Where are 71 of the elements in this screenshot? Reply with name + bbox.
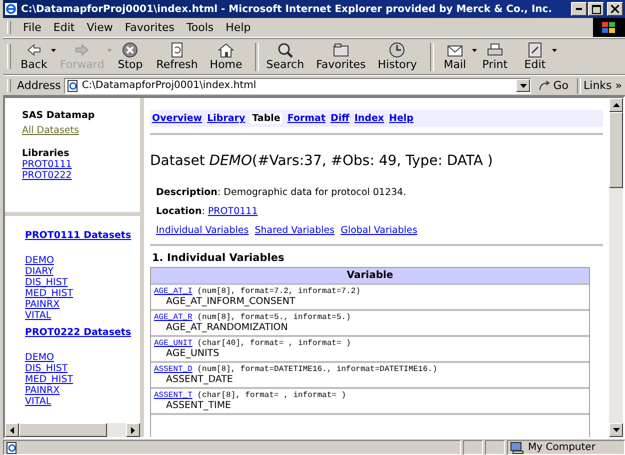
variable-spec: (num[8], format=5., informat=5.)	[197, 313, 351, 322]
variable-label: AGE_AT_RANDOMIZATION	[165, 322, 289, 333]
toolbar-button[interactable]: History	[374, 42, 426, 71]
toolbar-button[interactable]: Mail	[438, 42, 478, 71]
variable-spec: (num[8], format=DATETIME16., informat=DATETIME16.)	[197, 365, 438, 374]
toolbar-button[interactable]: Stop	[113, 42, 154, 71]
dataset-link[interactable]: DIARY	[25, 266, 54, 277]
nav-tab[interactable]: Format	[287, 113, 326, 124]
nav-tab[interactable]: Diff	[330, 113, 350, 124]
dataset-link[interactable]: DIS_HIST	[25, 363, 68, 374]
library-link[interactable]: PROT0111	[22, 159, 72, 170]
address-label: Address	[17, 79, 62, 92]
toolbar-button[interactable]: Edit	[518, 42, 558, 71]
dataset-link[interactable]: DIS_HIST	[25, 277, 68, 288]
group-heading-link[interactable]: PROT0222 Datasets	[25, 327, 132, 338]
toolbar-button[interactable]: Home	[206, 42, 252, 71]
nav-tab[interactable]: Table	[250, 113, 282, 124]
menu-item[interactable]: View	[80, 21, 119, 34]
dataset-link[interactable]: VITAL	[25, 396, 52, 407]
dataset-link[interactable]: MED_HIST	[25, 288, 74, 299]
section-link[interactable]: Global Variables	[340, 225, 418, 236]
variable-spec: (num[8], format=7.2, informat=7.2)	[197, 287, 360, 296]
links-button[interactable]: Links »	[580, 79, 625, 92]
variable-label: ASSENT_TIME	[165, 400, 232, 411]
section-title: 1. Individual Variables	[152, 252, 286, 264]
dataset-link[interactable]: VITAL	[25, 310, 52, 321]
variable-label: AGE_UNITS	[165, 348, 220, 359]
menu-item[interactable]: File	[17, 21, 48, 34]
menu-item[interactable]: Edit	[47, 21, 81, 34]
nav-tab[interactable]: Overview	[152, 113, 202, 124]
window-title: C:\DatamapforProj0001\index.html - Microsoft Internet Explorer provided by Merck & Co., Inc.	[21, 4, 554, 14]
dataset-heading: Dataset DEMO(#Vars:37, #Obs: 49, Type: DATA )	[150, 153, 494, 169]
variable-link[interactable]: AGE_AT_I	[154, 287, 192, 296]
go-button[interactable]: Go	[531, 79, 577, 92]
nav-tab[interactable]: Library	[207, 113, 246, 124]
section-link[interactable]: Individual Variables	[156, 225, 249, 236]
all-datasets-link[interactable]: All Datasets	[22, 125, 79, 136]
menu-item[interactable]: Tools	[180, 21, 220, 34]
variable-link[interactable]: ASSENT_D	[154, 365, 192, 374]
toolbar-button[interactable]: Search	[263, 42, 314, 71]
dataset-link[interactable]: PAINRX	[25, 299, 60, 310]
library-link[interactable]: PROT0222	[22, 170, 72, 181]
table-header: Variable	[151, 268, 589, 285]
description-text: Description: Demographic data for protocol 01234.	[156, 187, 408, 198]
sidebar-title: SAS Datamap	[22, 110, 95, 121]
status-zone: My Computer	[528, 442, 596, 453]
location-link[interactable]: PROT0111	[208, 206, 258, 217]
variable-link[interactable]: AGE_UNIT	[154, 339, 192, 348]
variable-spec: (char[8], format= , informat= )	[197, 391, 346, 400]
dataset-link[interactable]: PAINRX	[25, 385, 60, 396]
toolbar-button[interactable]: Back	[17, 42, 57, 71]
nav-tab[interactable]: Help	[389, 113, 414, 124]
variable-label: AGE_AT_INFORM_CONSENT	[165, 296, 296, 307]
variable-link[interactable]: AGE_AT_R	[154, 313, 192, 322]
dataset-link[interactable]: DEMO	[25, 352, 54, 363]
toolbar-button[interactable]: Print	[478, 42, 518, 71]
menu-item[interactable]: Favorites	[118, 21, 181, 34]
dataset-link[interactable]: MED_HIST	[25, 374, 74, 385]
group-heading-link[interactable]: PROT0111 Datasets	[25, 230, 132, 241]
address-field[interactable]: C:\DatamapforProj0001\index.html	[64, 78, 532, 94]
toolbar-button[interactable]: Favorites	[313, 42, 375, 71]
location-label: Location:	[156, 206, 205, 217]
section-link[interactable]: Shared Variables	[254, 225, 335, 236]
variable-label: ASSENT_DATE	[165, 374, 234, 385]
nav-tab[interactable]: Index	[354, 113, 384, 124]
variable-link[interactable]: ASSENT_T	[154, 391, 192, 400]
toolbar-button[interactable]: Refresh	[153, 42, 207, 71]
libraries-heading: Libraries	[22, 148, 70, 159]
menu-item[interactable]: Help	[220, 21, 257, 34]
variable-spec: (char[40], format= , informat= )	[197, 339, 351, 348]
dataset-link[interactable]: DEMO	[25, 255, 54, 266]
